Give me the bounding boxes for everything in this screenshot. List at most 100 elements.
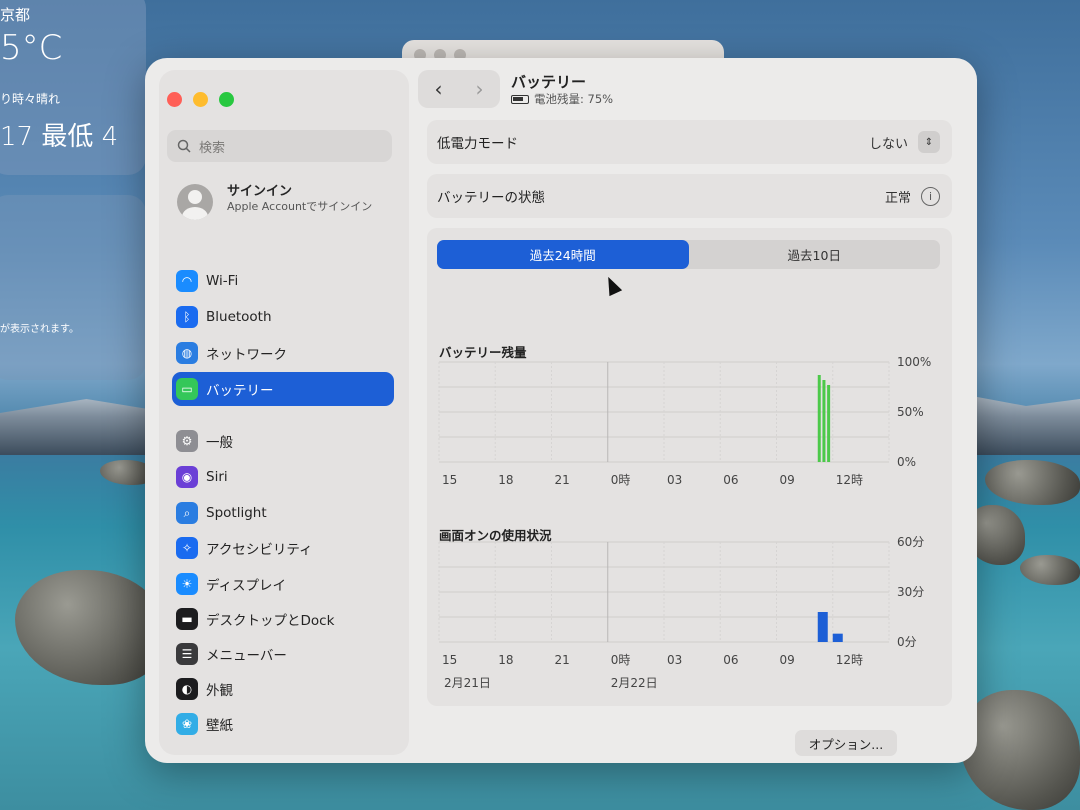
settings-window: 検索 サインイン Apple Accountでサインイン ◠ Wi-Fi ᛒ Blue… [145, 58, 977, 763]
sidebar: 検索 サインイン Apple Accountでサインイン ◠ Wi-Fi ᛒ Blue… [159, 70, 409, 755]
x-tick-label: 18 [498, 473, 513, 487]
sidebar-item-appearance[interactable]: ◐ 外観 [172, 672, 394, 706]
x-tick-label: 18 [498, 653, 513, 667]
x-tick-label: 06 [723, 653, 738, 667]
search-placeholder: 検索 [199, 140, 226, 156]
sidebar-item-label: 一般 [206, 435, 233, 451]
battery-health-row: バッテリーの状態 正常 i [427, 174, 952, 218]
low-power-mode-row: 低電力モード しない ⇕ [427, 120, 952, 164]
weather-temp: 5°C [0, 28, 63, 68]
y-tick-label: 0% [897, 455, 916, 469]
sidebar-item-gear[interactable]: ⚙ 一般 [172, 424, 394, 458]
low-power-select[interactable]: しない ⇕ [869, 131, 940, 153]
bar [827, 385, 831, 462]
x-tick-label: 12時 [836, 653, 863, 667]
sidebar-item-globe[interactable]: ◍ ネットワーク [172, 336, 394, 370]
sidebar-item-label: Bluetooth [206, 309, 272, 325]
desktop-widget[interactable]: が表示されます。 [0, 195, 146, 380]
sidebar-item-battery[interactable]: ▭ バッテリー [172, 372, 394, 406]
desktop-rock [15, 570, 165, 685]
page-title: バッテリー [511, 73, 587, 91]
tab-24-hours[interactable]: 過去24時間 [437, 240, 689, 269]
screen-usage-chart: 60分 30分 0分 15 18 21 0時 03 06 09 12時 2月21日 2月22日 [438, 536, 924, 690]
sidebar-item-label: デスクトップとDock [206, 613, 335, 629]
sidebar-item-label: ディスプレイ [206, 578, 287, 594]
x-tick-label: 09 [780, 473, 795, 487]
x-tick-label: 15 [442, 653, 457, 667]
appearance-icon: ◐ [176, 678, 198, 700]
x-tick-label: 21 [555, 473, 570, 487]
sidebar-item-wifi[interactable]: ◠ Wi-Fi [172, 264, 394, 298]
main-pane: ‹ › バッテリー 電池残量: 75% 低電力モード しない ⇕ バッテリーの状… [410, 58, 977, 763]
battery-health-label: バッテリーの状態 [437, 190, 545, 206]
sidebar-item-label: 壁紙 [206, 718, 233, 734]
bluetooth-icon: ᛒ [176, 306, 198, 328]
account-subtitle: Apple Accountでサインイン [227, 200, 373, 213]
battery-health-value: 正常 [884, 190, 911, 206]
magnifier-icon: ⌕ [176, 502, 198, 524]
weather-city: 京都 [0, 6, 31, 24]
x-tick-label: 15 [442, 473, 457, 487]
navigation-buttons: ‹ › [418, 70, 500, 108]
back-button[interactable]: ‹ [435, 77, 443, 101]
x-tick-label: 09 [780, 653, 795, 667]
sidebar-item-magnifier[interactable]: ⌕ Spotlight [172, 496, 394, 530]
dock-icon: ▬ [176, 608, 198, 630]
accessibility-icon: ✧ [176, 537, 198, 559]
desktop-rock [960, 690, 1080, 810]
gear-icon: ⚙ [176, 430, 198, 452]
weather-widget[interactable]: 京都 5°C り時々晴れ 17 最低 4 [0, 0, 146, 175]
account-signin[interactable]: サインイン Apple Accountでサインイン [177, 180, 397, 240]
date-label: 2月21日 [444, 676, 491, 690]
battery-level: 電池残量: 75% [511, 91, 613, 107]
y-tick-label: 0分 [897, 635, 917, 649]
sidebar-item-accessibility[interactable]: ✧ アクセシビリティ [172, 531, 394, 565]
bar [832, 633, 843, 642]
sidebar-item-label: Spotlight [206, 505, 267, 521]
updown-chevron-icon: ⇕ [918, 131, 940, 153]
x-tick-label: 0時 [611, 653, 631, 667]
sidebar-item-dock[interactable]: ▬ デスクトップとDock [172, 602, 394, 636]
close-button[interactable] [167, 92, 182, 107]
info-icon[interactable]: i [921, 186, 940, 206]
sun-icon: ☀ [176, 573, 198, 595]
battery-level-text: 電池残量: 75% [534, 92, 614, 106]
sidebar-item-siri[interactable]: ◉ Siri [172, 460, 394, 494]
account-title: サインイン [227, 184, 293, 199]
y-tick-label: 100% [897, 356, 931, 369]
search-field[interactable]: 検索 [167, 130, 392, 162]
search-icon [177, 139, 191, 153]
wifi-icon: ◠ [176, 270, 198, 292]
siri-icon: ◉ [176, 466, 198, 488]
avatar [177, 184, 213, 220]
battery-icon: ▭ [176, 378, 198, 400]
options-button[interactable]: オプション... [795, 730, 897, 756]
desktop-rock [985, 460, 1080, 505]
sidebar-item-label: Wi-Fi [206, 273, 239, 289]
weather-condition: り時々晴れ [0, 92, 61, 106]
sidebar-item-label: Siri [206, 469, 228, 485]
sidebar-item-sun[interactable]: ☀ ディスプレイ [172, 567, 394, 601]
sidebar-item-bluetooth[interactable]: ᛒ Bluetooth [172, 300, 394, 334]
date-label: 2月22日 [611, 676, 658, 690]
minimize-button[interactable] [193, 92, 208, 107]
forward-button[interactable]: › [476, 77, 484, 101]
menubar-icon: ☰ [176, 643, 198, 665]
zoom-button[interactable] [219, 92, 234, 107]
x-tick-label: 0時 [611, 473, 631, 487]
x-tick-label: 06 [723, 473, 738, 487]
weather-range: 17 最低 4 [0, 122, 119, 152]
y-tick-label: 50% [897, 405, 924, 419]
tab-10-days[interactable]: 過去10日 [689, 240, 941, 269]
usage-panel: 過去24時間 過去10日 バッテリー残量 100% 50% 0% 15 18 21 0時 03… [427, 228, 952, 706]
x-tick-label: 03 [667, 653, 682, 667]
bar [817, 612, 828, 642]
widget-message: が表示されます。 [0, 324, 79, 335]
bar [822, 380, 826, 462]
sidebar-item-label: バッテリー [206, 383, 274, 399]
low-power-value: しない [868, 136, 908, 152]
low-power-label: 低電力モード [437, 136, 518, 152]
battery-icon [511, 94, 529, 104]
sidebar-item-wallpaper[interactable]: ❀ 壁紙 [172, 707, 394, 741]
sidebar-item-menubar[interactable]: ☰ メニューバー [172, 637, 394, 671]
